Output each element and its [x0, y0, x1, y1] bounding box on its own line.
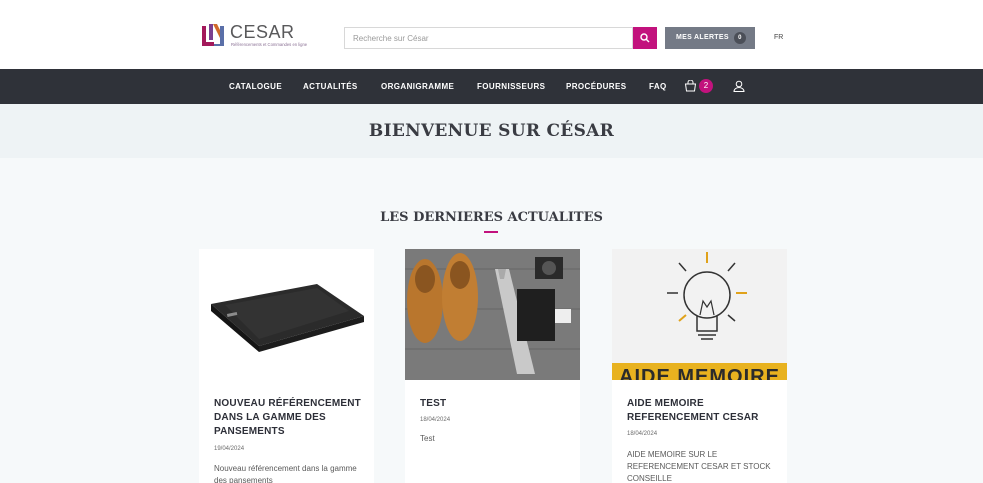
alerts-label: MES ALERTES: [676, 34, 729, 41]
shoes-tie-illustration: [405, 249, 580, 380]
welcome-title: BIENVENUE SUR CÉSAR: [368, 121, 615, 141]
logo-subtitle: Référencements et Commandes en ligne: [231, 42, 308, 47]
news-card[interactable]: AIDE MEMOIRE AIDE MEMOIRE REFERENCEMENT …: [612, 249, 787, 483]
alerts-count-badge: 0: [734, 32, 746, 44]
image-banner-text: AIDE MEMOIRE: [619, 366, 780, 380]
news-card-date: 19/04/2024: [214, 446, 245, 452]
nav-item-procedures[interactable]: PROCÉDURES: [566, 82, 626, 91]
alerts-button[interactable]: MES ALERTES 0: [665, 27, 755, 49]
news-card-date: 18/04/2024: [627, 431, 658, 437]
search-placeholder: Recherche sur César: [353, 34, 429, 43]
nav-item-faq[interactable]: FAQ: [649, 82, 667, 91]
search-icon: [640, 33, 650, 43]
news-section-title: LES DERNIERES ACTUALITES: [380, 210, 603, 225]
news-card-title[interactable]: AIDE MEMOIRE REFERENCEMENT CESAR: [627, 397, 777, 425]
news-card[interactable]: TEST 18/04/2024 Test: [405, 249, 580, 483]
cart-count-badge: 2: [699, 79, 713, 93]
logo-title: CESAR: [230, 22, 295, 42]
shoes-tie-image: [405, 249, 580, 380]
news-card-excerpt: AIDE MEMOIRE SUR LE REFERENCEMENT CESAR …: [627, 450, 771, 483]
logo-mark-icon: [202, 24, 224, 46]
user-account-icon[interactable]: [733, 80, 745, 92]
nav-item-actualites[interactable]: ACTUALITÉS: [303, 82, 358, 91]
nav-item-fournisseurs[interactable]: FOURNISSEURS: [477, 82, 545, 91]
section-title-underline: [484, 231, 498, 233]
news-card-date: 18/04/2024: [420, 417, 451, 423]
battery-illustration: [211, 284, 364, 352]
language-selector[interactable]: FR: [774, 34, 783, 41]
news-card-excerpt: Test: [420, 434, 435, 443]
site-header: CESAR Référencements et Commandes en lig…: [0, 0, 983, 69]
news-card-title[interactable]: TEST: [420, 397, 570, 411]
cesar-logo[interactable]: CESAR Référencements et Commandes en lig…: [200, 22, 320, 52]
welcome-banner: BIENVENUE SUR CÉSAR: [0, 104, 983, 158]
search-button[interactable]: [633, 27, 657, 49]
news-card-excerpt: Nouveau référencement dans la gamme des …: [214, 464, 357, 483]
news-card[interactable]: NOUVEAU RÉFÉRENCEMENT DANS LA GAMME DES …: [199, 249, 374, 483]
news-card-title[interactable]: NOUVEAU RÉFÉRENCEMENT DANS LA GAMME DES …: [214, 397, 364, 439]
shopping-bag-icon[interactable]: [684, 80, 697, 92]
main-navigation: CATALOGUE ACTUALITÉS ORGANIGRAMME FOURNI…: [0, 69, 983, 104]
search-input[interactable]: Recherche sur César: [344, 27, 633, 49]
nav-item-catalogue[interactable]: CATALOGUE: [229, 82, 282, 91]
nav-item-organigramme[interactable]: ORGANIGRAMME: [381, 82, 454, 91]
lightbulb-illustration: [612, 249, 787, 380]
battery-image: [199, 249, 374, 380]
lightbulb-image: AIDE MEMOIRE: [612, 249, 787, 380]
